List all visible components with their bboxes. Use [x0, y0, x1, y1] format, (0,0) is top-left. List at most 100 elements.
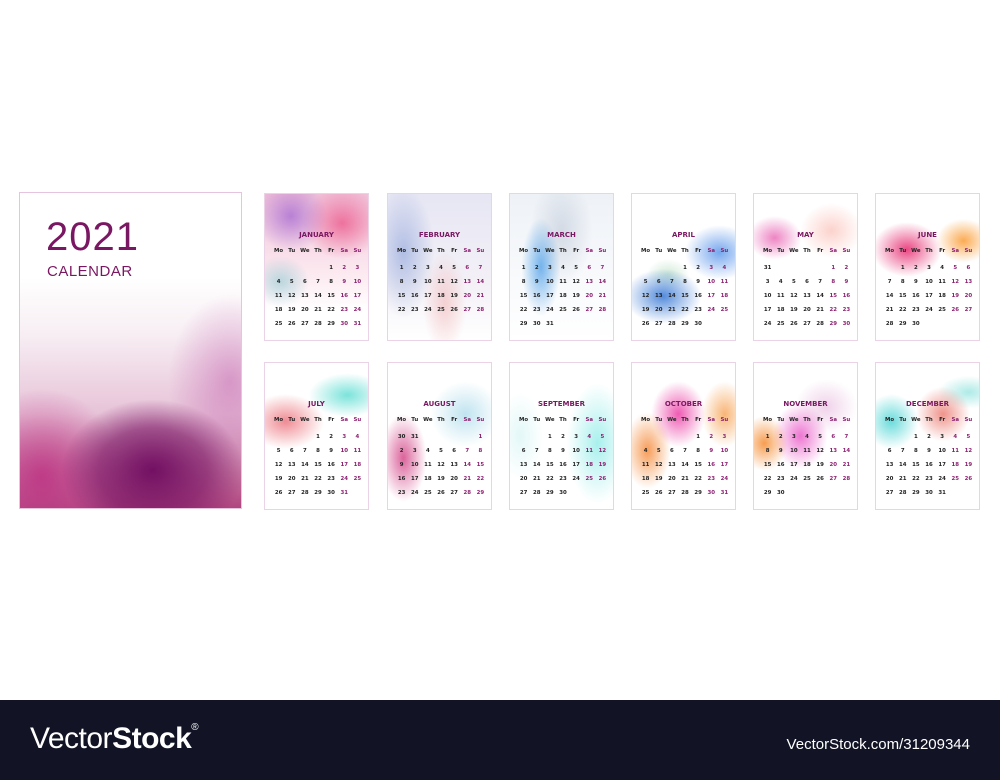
- weekday-header: Tu: [533, 417, 541, 423]
- day-cell: 11: [559, 279, 567, 285]
- day-cell: 6: [302, 279, 307, 285]
- day-cell: 6: [887, 448, 892, 454]
- day-cell: 6: [465, 265, 470, 271]
- day-cell: 6: [521, 448, 526, 454]
- day-cell: 26: [790, 321, 798, 327]
- day-cell: 13: [287, 462, 296, 468]
- day-cell: 5: [452, 265, 457, 271]
- day-cell: 1: [478, 434, 483, 440]
- day-cell: 10: [925, 279, 933, 285]
- day-cell: 10: [424, 279, 432, 285]
- day-cell: 20: [668, 476, 676, 482]
- day-cell: 22: [898, 307, 907, 313]
- weekday-header: We: [300, 417, 310, 423]
- day-cell: 31: [546, 321, 554, 327]
- day-cell: 27: [803, 321, 811, 327]
- day-cell: 13: [964, 279, 973, 285]
- day-cell: 16: [532, 293, 541, 299]
- day-cell: 21: [842, 462, 851, 468]
- day-cell: 1: [683, 265, 687, 271]
- day-cell: 17: [410, 476, 419, 482]
- weekday-header: Fr: [328, 248, 335, 254]
- day-cell: 14: [681, 462, 689, 468]
- day-cell: 23: [532, 307, 541, 313]
- weekday-header: Su: [842, 417, 851, 423]
- month-card-april: APRIL Mo Tu We Th Fr Sa Su 1 2 3 4 5 6 7 8 9 10 11 12 13 14 15…: [631, 193, 736, 341]
- day-cell: 2: [399, 448, 404, 454]
- weekday-header: Sa: [951, 248, 960, 254]
- weekday-header: Th: [314, 417, 322, 423]
- day-cell: 15: [681, 293, 689, 299]
- weekday-header: Tu: [899, 417, 907, 423]
- cover-year: 2021: [46, 215, 139, 259]
- day-cell: 1: [900, 265, 905, 271]
- weekday-header: Mo: [397, 248, 407, 254]
- weekday-header: Mo: [885, 248, 895, 254]
- footer-bar: VectorStock® VectorStock.com/31209344: [0, 700, 1000, 780]
- weekday-header: We: [667, 417, 677, 423]
- weekday-header: Mo: [397, 417, 407, 423]
- day-cell: 31: [340, 490, 349, 496]
- day-cell: 23: [559, 476, 567, 482]
- image-reference: VectorStock.com/31209344: [786, 736, 970, 753]
- weekday-header: Th: [437, 248, 445, 254]
- weekday-header: Tu: [655, 417, 663, 423]
- day-cell: 11: [803, 448, 811, 454]
- day-cell: 8: [521, 279, 526, 285]
- weekday-header: We: [667, 248, 677, 254]
- weekday-header: Tu: [411, 248, 419, 254]
- weekday-header: Mo: [763, 248, 773, 254]
- weekday-header: Su: [964, 248, 973, 254]
- day-cell: 14: [598, 279, 607, 285]
- weekday-header: Th: [559, 417, 567, 423]
- weekday-header: Th: [925, 417, 933, 423]
- day-cell: 27: [519, 490, 528, 496]
- weekday-header: Su: [720, 248, 729, 254]
- day-cell: 19: [598, 462, 607, 468]
- day-cell: 2: [844, 265, 849, 271]
- day-cell: 18: [353, 462, 362, 468]
- weekday-header: Sa: [829, 248, 838, 254]
- month-card-january: JANUARY Mo Tu We Th Fr Sa Su 1 2 3 4 5 6 7 8 9 10 11 12 13 14…: [264, 193, 369, 341]
- weekday-header: We: [545, 417, 555, 423]
- empty-cell: [774, 264, 787, 272]
- day-cell: 12: [964, 448, 973, 454]
- day-cell: 22: [397, 307, 406, 313]
- day-cell: 13: [654, 293, 663, 299]
- day-cell: 14: [885, 293, 894, 299]
- day-cell: 8: [329, 279, 334, 285]
- day-cell: 17: [925, 293, 933, 299]
- day-cell: 3: [927, 265, 931, 271]
- day-cell: 17: [546, 293, 554, 299]
- day-cell: 26: [951, 307, 960, 313]
- day-cell: 9: [399, 462, 404, 468]
- day-cell: 8: [683, 279, 687, 285]
- day-cell: 19: [274, 476, 283, 482]
- day-cell: 17: [572, 462, 580, 468]
- empty-cell: [517, 433, 530, 441]
- empty-cell: [883, 433, 896, 441]
- day-cell: 20: [803, 307, 811, 313]
- day-cell: 16: [397, 476, 406, 482]
- weekday-header: Th: [437, 417, 445, 423]
- day-cell: 21: [301, 476, 309, 482]
- day-cell: 12: [654, 462, 663, 468]
- day-cell: 28: [816, 321, 824, 327]
- day-cell: 16: [694, 293, 702, 299]
- day-cell: 12: [790, 293, 798, 299]
- day-cell: 22: [519, 307, 528, 313]
- weekday-header: Sa: [585, 417, 594, 423]
- day-cell: 4: [805, 434, 809, 440]
- day-cell: 29: [327, 321, 335, 327]
- day-cell: 28: [885, 321, 894, 327]
- day-cell: 18: [720, 293, 729, 299]
- weekday-header: Sa: [951, 417, 960, 423]
- day-cell: 22: [681, 307, 689, 313]
- day-cell: 14: [301, 462, 309, 468]
- day-cell: 25: [353, 476, 362, 482]
- day-cell: 29: [314, 490, 322, 496]
- month-name: AUGUST: [423, 400, 456, 408]
- day-cell: 26: [450, 307, 458, 313]
- day-cell: 2: [534, 265, 539, 271]
- day-cell: 13: [585, 279, 594, 285]
